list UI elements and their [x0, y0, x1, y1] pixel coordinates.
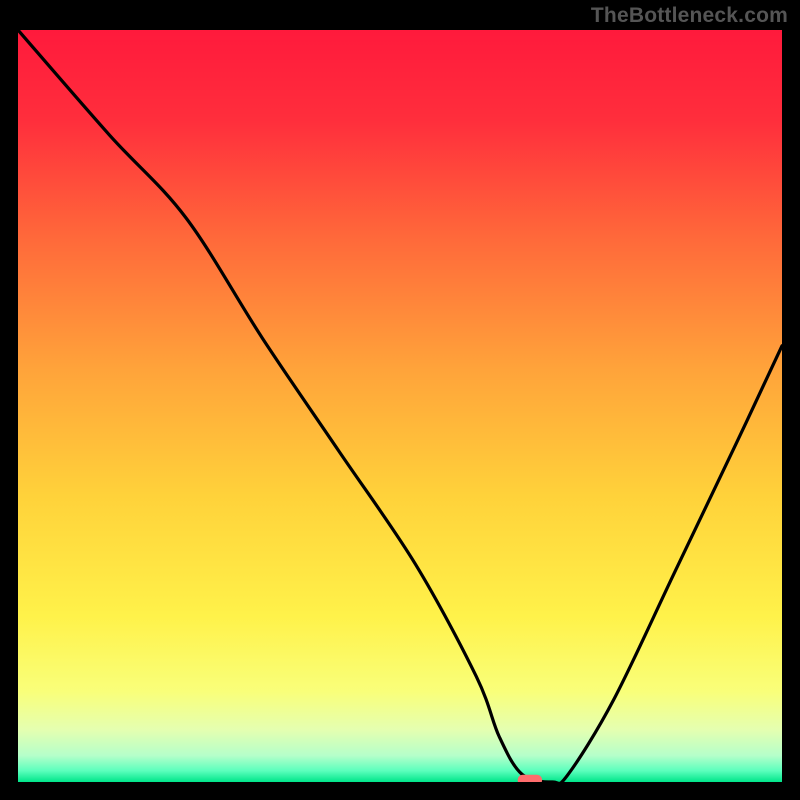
chart-frame: TheBottleneck.com — [0, 0, 800, 800]
gradient-background — [18, 30, 782, 782]
markers-layer — [518, 775, 542, 782]
plot-area — [18, 30, 782, 782]
bottleneck-chart — [18, 30, 782, 782]
target-marker — [518, 775, 542, 782]
watermark-text: TheBottleneck.com — [591, 4, 788, 28]
